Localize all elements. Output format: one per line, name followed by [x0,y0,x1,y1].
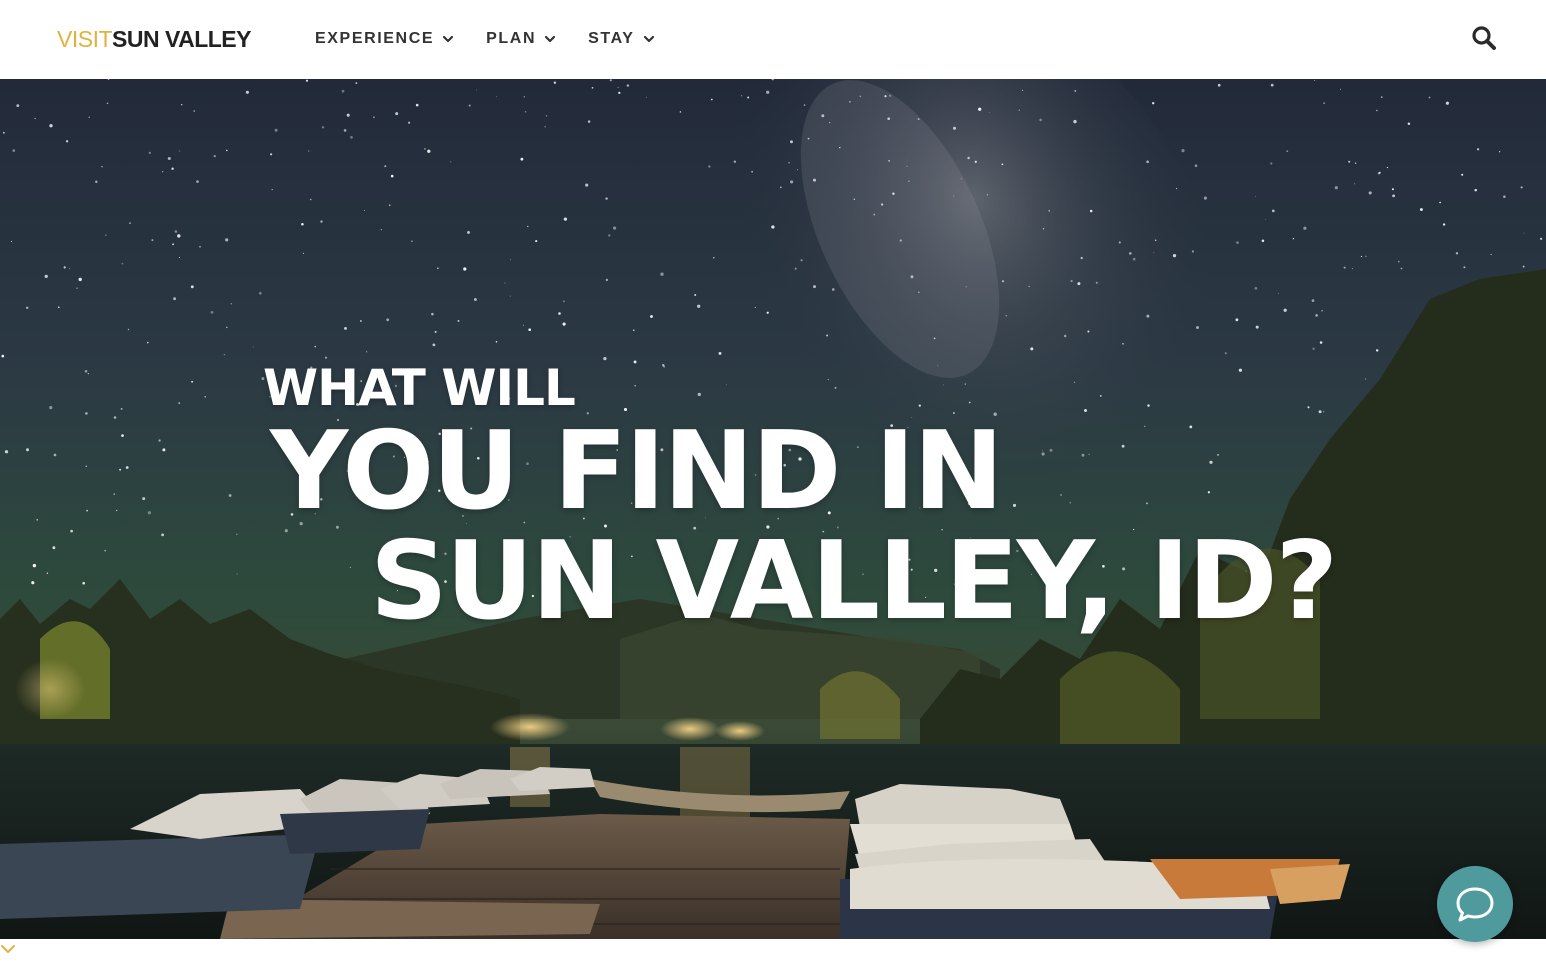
chevron-down-icon [545,35,556,43]
scroll-down-chevron-icon[interactable] [0,943,16,957]
main-nav: EXPERIENCE PLAN STAY [315,28,687,50]
hero-headline-line3: SUN VALLEY, ID? [370,519,1338,644]
logo-visit: VISIT [57,26,113,52]
nav-item-label: PLAN [486,30,537,47]
page-below-hero [0,939,1546,965]
chat-bubble-icon [1456,887,1494,922]
chat-button[interactable] [1437,866,1513,942]
site-header: VISITSUN VALLEY EXPERIENCE PLAN STAY [0,0,1546,79]
hero-banner: WHAT WILL YOU FIND IN SUN VALLEY, ID? [0,79,1546,939]
nav-item-experience[interactable]: EXPERIENCE [315,28,454,50]
site-logo[interactable]: VISITSUN VALLEY [57,25,251,53]
chevron-down-icon [443,35,454,43]
search-icon[interactable] [1470,24,1498,52]
nav-item-label: EXPERIENCE [315,30,435,47]
nav-item-label: STAY [588,30,635,47]
nav-item-stay[interactable]: STAY [588,28,654,50]
nav-item-plan[interactable]: PLAN [486,28,556,50]
logo-name: SUN VALLEY [112,26,251,52]
chevron-down-icon [643,35,654,43]
hero-headline-line2: YOU FIND IN [270,409,1004,534]
